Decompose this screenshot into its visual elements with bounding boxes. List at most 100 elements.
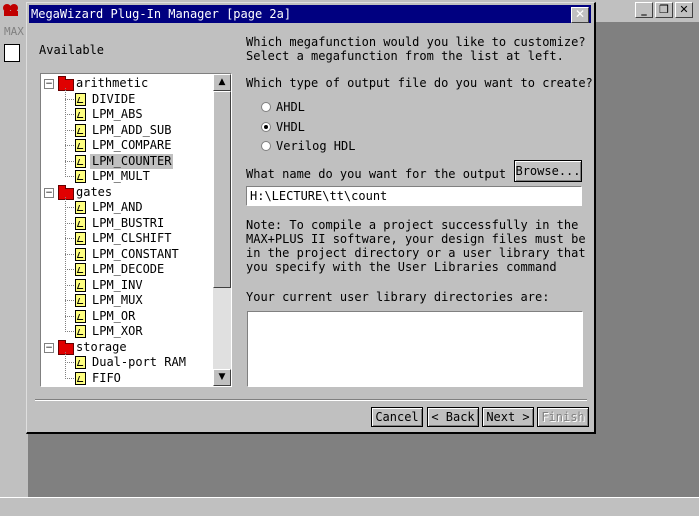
megafunction-icon: [75, 92, 86, 106]
radio-label[interactable]: AHDL: [276, 100, 305, 114]
app-status-bar: [0, 497, 699, 516]
tree-item-label: DIVIDE: [92, 91, 136, 106]
tree-scrollbar[interactable]: ▲ ▼: [213, 74, 231, 386]
note-line-2: MAX+PLUS II software, your design files …: [246, 232, 586, 246]
tree-connector-vertical: [65, 196, 66, 330]
tree-folder-label: arithmetic: [76, 76, 149, 90]
folder-icon: [58, 184, 74, 200]
note-line-4: you specify with the User Libraries comm…: [246, 260, 557, 274]
tree-connector: [65, 331, 74, 332]
megafunction-icon: [75, 108, 86, 121]
available-label: Available: [39, 43, 105, 57]
tree-connector: [65, 362, 74, 363]
tree-item-label: Dual-port RAM: [92, 355, 186, 369]
app-toolbar: [0, 42, 28, 64]
folder-icon: [58, 76, 74, 91]
tree-connector: [65, 253, 74, 255]
megafunction-icon: [75, 371, 86, 385]
collapse-icon[interactable]: −: [44, 187, 54, 198]
tree-item-label: LPM_MULT: [92, 169, 150, 183]
scroll-down-icon[interactable]: ▼: [213, 369, 231, 386]
tree-item-label: LPM_CLSHIFT: [92, 231, 172, 245]
tree-item-label: LPM_AND: [92, 200, 143, 214]
megafunction-tree[interactable]: − arithmetic DIVIDE LPM_ABS LPM_ADD_SUB LPM_C…: [40, 73, 232, 387]
tree-folder-label: gates: [76, 184, 113, 199]
megafunction-icon: [75, 309, 86, 323]
folder-icon: [58, 339, 74, 355]
megafunction-icon: [75, 123, 86, 137]
megafunction-icon: [75, 356, 86, 369]
radio-vhdl[interactable]: [261, 122, 271, 132]
note-line-3: in the project directory or a user libra…: [246, 246, 586, 260]
megafunction-icon: [75, 325, 86, 338]
tree-item-label: LPM_BUSTRI: [92, 215, 165, 230]
tree-item-label: LPM_DECODE: [92, 262, 165, 276]
radio-label[interactable]: Verilog HDL: [276, 139, 355, 153]
scroll-thumb[interactable]: [213, 91, 231, 288]
tree-folder-label: storage: [76, 339, 127, 354]
menu-item-max[interactable]: MAX: [4, 25, 24, 38]
tree-connector: [65, 98, 74, 100]
tree-item-label: LPM_COMPARE: [92, 138, 172, 152]
button-separator: [35, 399, 587, 401]
tree-connector: [65, 114, 74, 115]
megafunction-icon: [75, 247, 86, 261]
cancel-button[interactable]: Cancel: [371, 407, 423, 427]
tree-connector-vertical: [65, 351, 66, 377]
tree-connector: [65, 129, 74, 131]
tree-item-label: LPM_INV: [92, 277, 143, 292]
library-label: Your current user library directories ar…: [246, 290, 550, 304]
back-button[interactable]: < Back: [427, 407, 479, 427]
radio-ahdl[interactable]: [261, 102, 271, 112]
dialog-title-bar[interactable]: MegaWizard Plug-In Manager [page 2a] ✕: [29, 5, 591, 23]
tree-connector: [65, 300, 74, 301]
tree-item-label: LPM_ADD_SUB: [92, 122, 172, 137]
tree-connector: [65, 222, 74, 224]
app-close-icon[interactable]: ✕: [675, 2, 693, 18]
megafunction-icon: [75, 154, 86, 168]
close-button[interactable]: ✕: [571, 7, 589, 23]
megafunction-icon: [75, 216, 86, 230]
dialog-title: MegaWizard Plug-In Manager [page 2a]: [31, 7, 292, 21]
tree-item-label: LPM_ABS: [92, 107, 143, 121]
user-library-list[interactable]: [247, 311, 583, 387]
tree-item-label: LPM_MUX: [92, 293, 143, 307]
tree-item-label: LPM_COUNTER: [90, 153, 174, 169]
finish-button[interactable]: Finish: [537, 407, 589, 427]
question-customize: Which megafunction would you like to cus…: [246, 35, 586, 49]
output-name-field[interactable]: H:\LECTURE\tt\count: [246, 186, 582, 206]
next-button[interactable]: Next >: [482, 407, 534, 427]
tree-connector: [65, 207, 74, 208]
tree-item-label: LPM_OR: [92, 308, 136, 323]
radio-label[interactable]: VHDL: [276, 120, 305, 134]
megafunction-icon: [75, 201, 86, 214]
tree-item-label: LPM_XOR: [92, 324, 143, 338]
tree-connector: [65, 315, 74, 317]
tree-connector: [65, 377, 74, 379]
megafunction-icon: [75, 139, 86, 152]
tree-connector-vertical: [65, 88, 66, 175]
app-menu-bar: MAX: [0, 22, 28, 42]
output-name-label: What name do you want for the output: [246, 167, 507, 181]
collapse-icon[interactable]: −: [44, 79, 54, 89]
tree-connector: [65, 160, 74, 162]
tree-connector: [65, 145, 74, 146]
megafunction-icon: [75, 170, 86, 183]
megafunction-icon: [75, 278, 86, 292]
app-logo-icon: [3, 4, 18, 16]
megafunction-icon: [75, 294, 86, 307]
tree-connector: [65, 176, 74, 177]
radio-verilog-hdl[interactable]: [261, 141, 271, 151]
tree-connector: [65, 284, 74, 286]
restore-icon[interactable]: ❐: [655, 2, 673, 18]
browse-button[interactable]: Browse...: [514, 160, 582, 182]
tree-item-label: LPM_CONSTANT: [92, 246, 179, 261]
scroll-up-icon[interactable]: ▲: [213, 74, 231, 91]
megafunction-icon: [75, 263, 86, 276]
new-document-icon[interactable]: [4, 44, 20, 62]
minimize-icon[interactable]: _: [635, 2, 653, 18]
tree-item-label: FIFO: [92, 370, 121, 385]
megafunction-icon: [75, 232, 86, 245]
question-output-type: Which type of output file do you want to…: [246, 76, 593, 90]
collapse-icon[interactable]: −: [44, 342, 54, 353]
